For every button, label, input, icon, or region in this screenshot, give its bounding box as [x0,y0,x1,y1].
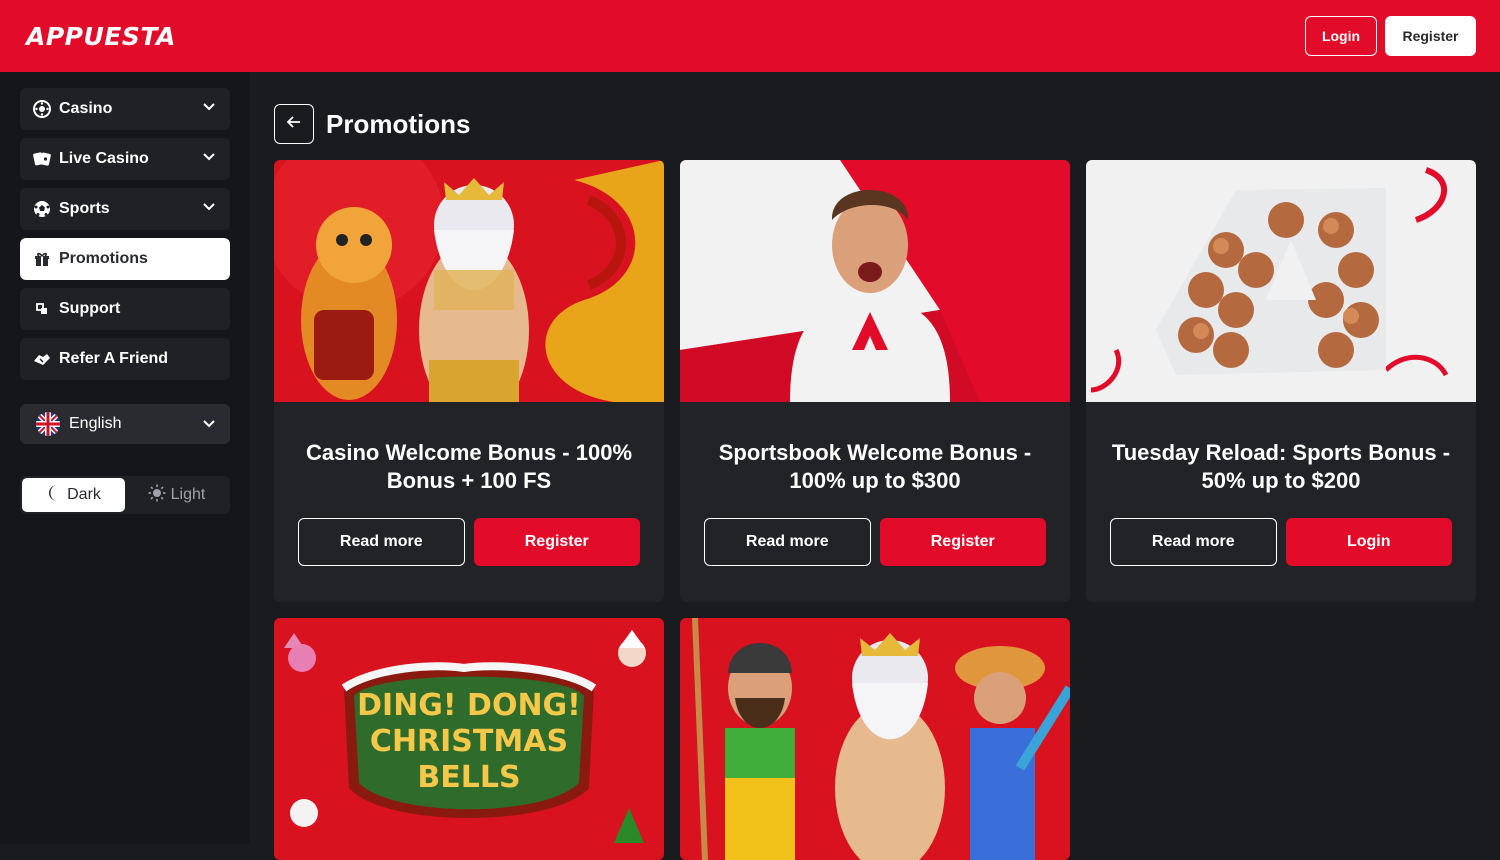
promotion-actions: Read more Register [298,518,640,566]
arrow-left-icon [286,114,302,135]
promotion-banner-christmas-bells[interactable]: DING! DONG! CHRISTMAS BELLS [274,618,664,860]
promotion-banner-tuesday-reload[interactable] [1086,160,1476,402]
site-logo[interactable]: APPUESTA [26,22,176,51]
sidebar-item-sports[interactable]: Sports [20,188,230,230]
read-more-button[interactable]: Read more [298,518,465,566]
promotion-card: Casino Welcome Bonus - 100% Bonus + 100 … [274,160,664,602]
banner-text-line: DING! DONG! [357,688,581,723]
promotion-banner-casino-characters[interactable] [680,618,1070,860]
promotion-actions: Read more Register [704,518,1046,566]
sidebar-item-refer-a-friend[interactable]: Refer A Friend [20,338,230,380]
promotion-banner-sportsbook[interactable] [680,160,1070,402]
sidebar-item-label: Support [59,300,121,317]
language-selector[interactable]: English [20,404,230,444]
sidebar-item-promotions[interactable]: Promotions [20,238,230,280]
moon-icon [46,484,62,507]
register-button[interactable]: Register [879,518,1046,566]
read-more-button[interactable]: Read more [1110,518,1277,566]
back-button[interactable] [274,104,314,144]
uk-flag-icon [36,412,60,436]
header-actions: Login Register [1305,16,1476,56]
gift-icon [32,249,52,269]
register-button[interactable]: Register [473,518,640,566]
sidebar: Casino Live Casino Sports Promotions Sup… [0,72,250,844]
sidebar-item-live-casino[interactable]: Live Casino [20,138,230,180]
read-more-button[interactable]: Read more [704,518,871,566]
promotion-card-body: Tuesday Reload: Sports Bonus - 50% up to… [1086,402,1476,602]
sidebar-item-label: Casino [59,100,113,117]
page-header: Promotions [274,104,470,144]
promotion-card-body: Casino Welcome Bonus - 100% Bonus + 100 … [274,402,664,602]
chevron-down-icon [202,200,216,219]
sun-icon [148,484,166,507]
chevron-down-icon [202,100,216,119]
theme-dark-label: Dark [67,486,101,503]
promotion-card: Tuesday Reload: Sports Bonus - 50% up to… [1086,160,1476,602]
christmas-bells-logo: DING! DONG! CHRISTMAS BELLS [274,688,664,796]
banner-text-line: CHRISTMAS [369,724,569,759]
promotion-card [680,618,1070,860]
promotion-actions: Read more Login [1110,518,1452,566]
roulette-icon [32,99,52,119]
theme-dark-option[interactable]: Dark [22,478,125,512]
promotion-title: Casino Welcome Bonus - 100% Bonus + 100 … [305,440,632,493]
register-button[interactable]: Register [1385,16,1476,56]
banner-text-line: BELLS [417,760,521,795]
page-title: Promotions [326,108,471,139]
login-button[interactable]: Login [1305,16,1377,56]
promotion-title: Tuesday Reload: Sports Bonus - 50% up to… [1111,440,1451,493]
login-button[interactable]: Login [1285,518,1452,566]
sidebar-item-support[interactable]: Support [20,288,230,330]
sidebar-item-casino[interactable]: Casino [20,88,230,130]
sidebar-item-label: Promotions [59,250,148,267]
top-bar: APPUESTA Login Register [0,0,1500,72]
support-icon [32,299,52,319]
promotion-banner-casino[interactable] [274,160,664,402]
handshake-icon [32,349,52,369]
theme-toggle: Dark Light [20,476,230,514]
language-label: English [69,415,122,432]
chevron-down-icon [202,417,216,436]
sidebar-item-label: Refer A Friend [59,350,169,367]
main-content: Promotions Casino Welcome Bonus - 100% B… [250,72,1500,860]
cards-icon [32,149,52,169]
sidebar-item-label: Sports [59,200,110,217]
soccer-ball-icon [32,199,52,219]
promotion-card-body: Sportsbook Welcome Bonus - 100% up to $3… [680,402,1070,602]
theme-light-option[interactable]: Light [125,478,228,512]
promotion-card: Sportsbook Welcome Bonus - 100% up to $3… [680,160,1070,602]
promotion-title: Sportsbook Welcome Bonus - 100% up to $3… [718,440,1032,493]
sidebar-item-label: Live Casino [59,150,149,167]
chevron-down-icon [202,150,216,169]
promotion-card: DING! DONG! CHRISTMAS BELLS [274,618,664,860]
theme-light-label: Light [170,486,206,503]
